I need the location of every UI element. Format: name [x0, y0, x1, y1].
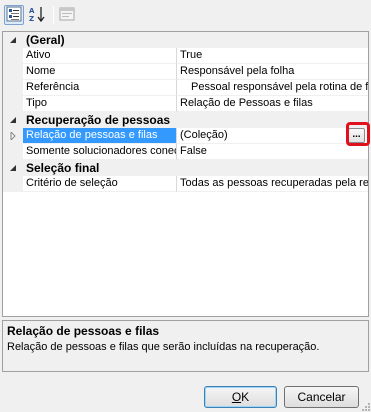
ok-button[interactable]: OK	[204, 386, 277, 408]
categorized-view-icon	[6, 6, 22, 25]
property-row-ativo[interactable]: Ativo True	[3, 48, 368, 64]
property-name: Ativo	[23, 48, 177, 64]
resize-grip-icon[interactable]	[360, 401, 370, 411]
alphabetical-sort-button[interactable]: A Z	[27, 5, 47, 25]
svg-text:Z: Z	[29, 15, 34, 23]
property-value[interactable]: True	[177, 48, 368, 64]
expand-icon[interactable]	[3, 128, 23, 144]
category-label: Seleção final	[26, 161, 100, 175]
help-description: Relação de pessoas e filas que serão inc…	[7, 341, 320, 353]
property-pages-icon	[59, 7, 75, 24]
property-name: Relação de pessoas e filas	[23, 128, 177, 144]
row-margin	[3, 80, 23, 96]
row-margin	[3, 144, 23, 160]
row-margin	[3, 64, 23, 80]
property-value[interactable]: (Coleção) ...	[177, 128, 368, 144]
property-grid[interactable]: (Geral) Ativo True Nome Responsável pela…	[2, 31, 369, 317]
highlight-annotation	[346, 122, 370, 146]
property-name: Referência	[23, 80, 177, 96]
grid-empty-area	[3, 192, 368, 316]
category-label: Recuperação de pessoas	[26, 113, 171, 127]
collapse-icon[interactable]	[3, 112, 23, 128]
property-value-text: (Coleção)	[180, 129, 228, 141]
property-value[interactable]: False	[177, 144, 368, 160]
cancel-button[interactable]: Cancelar	[284, 386, 359, 408]
property-row-nome[interactable]: Nome Responsável pela folha	[3, 64, 368, 80]
category-row-recuperacao[interactable]: Recuperação de pessoas	[3, 112, 368, 128]
row-margin	[3, 48, 23, 64]
category-label: (Geral)	[26, 33, 65, 47]
category-row-selecao-final[interactable]: Seleção final	[3, 160, 368, 176]
property-name: Nome	[23, 64, 177, 80]
property-row-somente-solucionadores[interactable]: Somente solucionadores conec False	[3, 144, 368, 160]
property-row-tipo[interactable]: Tipo Relação de Pessoas e filas	[3, 96, 368, 112]
row-margin	[3, 96, 23, 112]
property-row-criterio-selecao[interactable]: Critério de seleção Todas as pessoas rec…	[3, 176, 368, 192]
property-pages-button[interactable]	[57, 5, 77, 25]
property-name: Tipo	[23, 96, 177, 112]
property-name: Critério de seleção	[23, 176, 177, 192]
help-title: Relação de pessoas e filas	[7, 324, 160, 338]
property-value[interactable]: Pessoal responsável pela rotina de fo	[177, 80, 368, 96]
property-row-referencia[interactable]: Referência Pessoal responsável pela roti…	[3, 80, 368, 96]
collapse-icon[interactable]	[3, 160, 23, 176]
categorized-view-button[interactable]	[4, 5, 24, 25]
toolbar-separator	[53, 6, 54, 24]
property-row-relacao-pessoas[interactable]: Relação de pessoas e filas (Coleção) ...	[3, 128, 368, 144]
property-value[interactable]: Todas as pessoas recuperadas pela reg	[177, 176, 368, 192]
ok-accelerator: O	[231, 390, 242, 404]
sort-az-icon: A Z	[28, 5, 46, 26]
property-name: Somente solucionadores conec	[23, 144, 177, 160]
collapse-icon[interactable]	[3, 32, 23, 48]
ok-label-rest: K	[241, 390, 250, 404]
svg-text:A: A	[29, 7, 35, 15]
category-row-geral[interactable]: (Geral)	[3, 32, 368, 48]
row-margin	[3, 176, 23, 192]
property-value[interactable]: Relação de Pessoas e filas	[177, 96, 368, 112]
property-grid-toolbar: A Z	[0, 0, 371, 30]
property-value[interactable]: Responsável pela folha	[177, 64, 368, 80]
help-pane: Relação de pessoas e filas Relação de pe…	[2, 320, 369, 372]
